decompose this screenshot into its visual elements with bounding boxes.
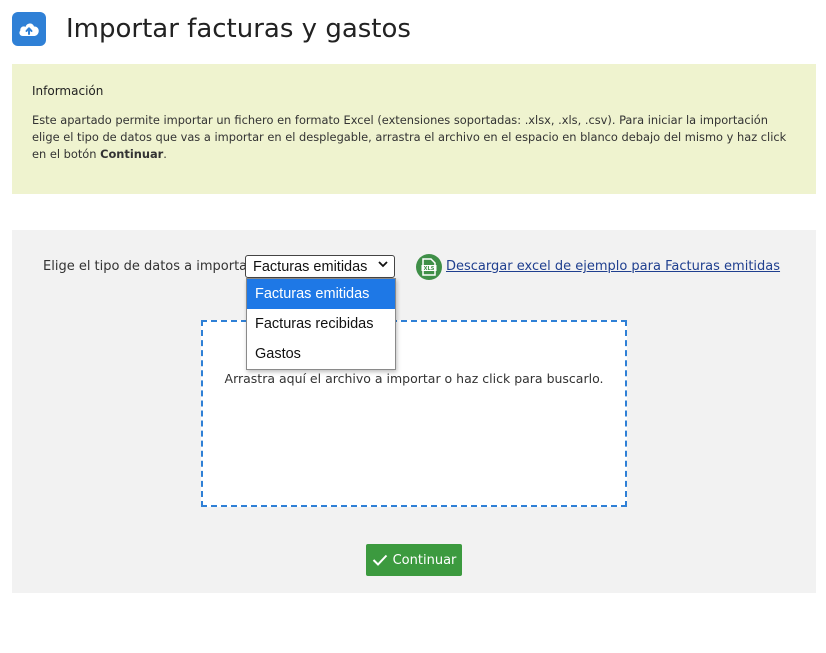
- info-title: Información: [32, 84, 104, 98]
- option-facturas-recibidas[interactable]: Facturas recibidas: [247, 309, 395, 339]
- page-title: Importar facturas y gastos: [66, 14, 411, 44]
- page-header: Importar facturas y gastos: [12, 12, 411, 46]
- info-box: Información Este apartado permite import…: [12, 64, 816, 194]
- type-select[interactable]: Facturas emitidas: [245, 255, 395, 278]
- xls-file-icon[interactable]: XLS: [416, 254, 442, 280]
- info-text-end: .: [163, 147, 167, 161]
- option-facturas-emitidas[interactable]: Facturas emitidas: [247, 279, 395, 309]
- info-text-bold: Continuar: [100, 147, 164, 161]
- chevron-down-icon: [378, 259, 388, 271]
- type-select-value: Facturas emitidas: [253, 258, 368, 275]
- continue-label: Continuar: [392, 552, 457, 568]
- download-example-link[interactable]: Descargar excel de ejemplo para Facturas…: [446, 259, 780, 274]
- continue-button[interactable]: Continuar: [366, 544, 462, 576]
- check-icon: [372, 554, 387, 566]
- dropzone-text: Arrastra aquí el archivo a importar o ha…: [224, 371, 604, 386]
- info-text: Este apartado permite importar un ficher…: [32, 112, 796, 163]
- type-dropdown-list: Facturas emitidas Facturas recibidas Gas…: [246, 278, 396, 370]
- svg-text:XLS: XLS: [424, 266, 435, 272]
- import-panel: Elige el tipo de datos a importar: Factu…: [12, 230, 816, 593]
- option-gastos[interactable]: Gastos: [247, 339, 395, 369]
- cloud-upload-icon: [12, 12, 46, 46]
- type-label: Elige el tipo de datos a importar:: [43, 259, 257, 274]
